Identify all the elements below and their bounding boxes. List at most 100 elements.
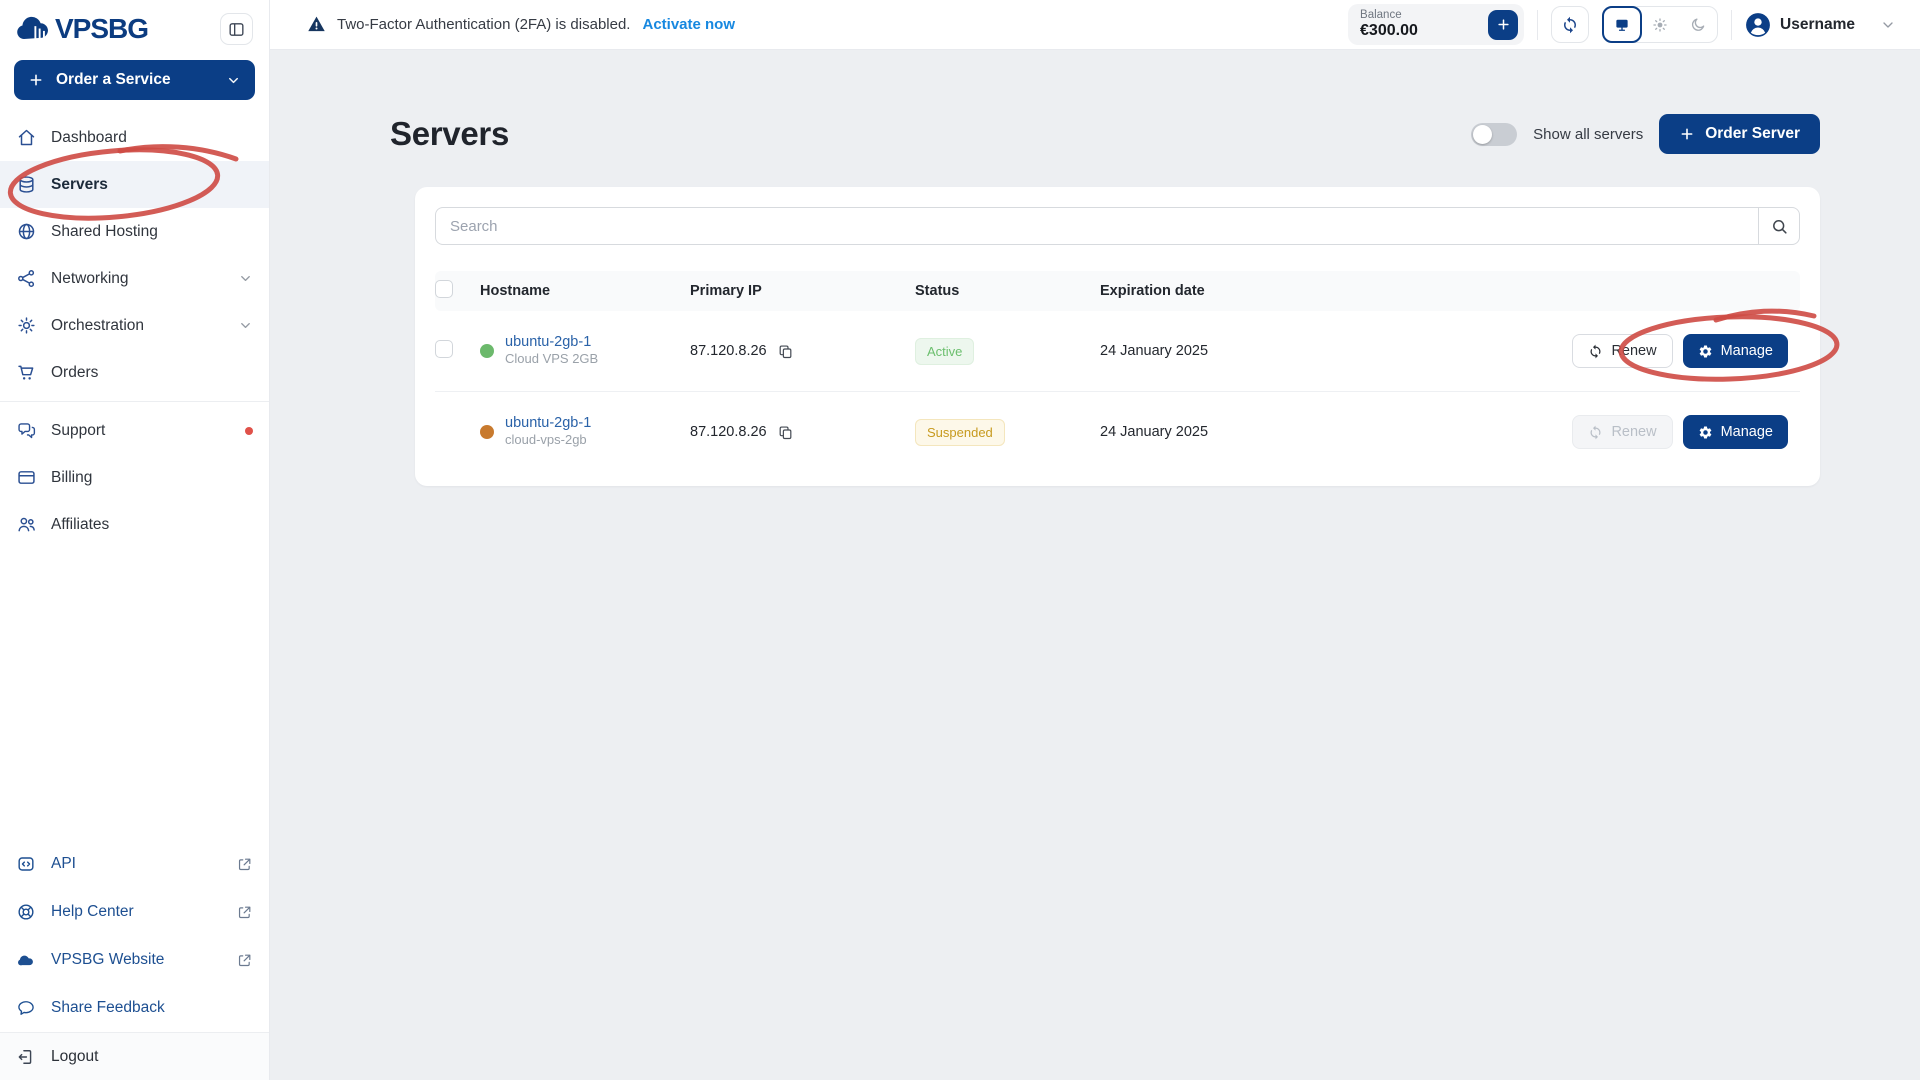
sidebar-item-networking[interactable]: Networking [0,255,269,302]
column-header-primary-ip: Primary IP [690,283,762,299]
chat-icon [16,420,37,441]
plus-icon [1679,126,1695,142]
search-input[interactable] [435,207,1758,245]
collapse-sidebar-button[interactable] [220,13,253,45]
chevron-down-icon [1880,17,1896,33]
sidebar-item-label: Servers [51,175,108,193]
brand-name: VPSBG [55,13,149,44]
warning-text: Two-Factor Authentication (2FA) is disab… [337,16,631,33]
moon-icon [1689,16,1707,34]
orchestration-icon [16,315,37,336]
sidebar-item-support[interactable]: Support [0,407,269,454]
cloud-icon [16,950,37,970]
sidebar-item-label: API [51,855,76,872]
refresh-icon [1588,425,1603,440]
hostname-cell: ubuntu-2gb-1 Cloud VPS 2GB [480,334,690,368]
sidebar-item-help-center[interactable]: Help Center [0,888,269,936]
hostname-link[interactable]: ubuntu-2gb-1 [505,334,598,350]
sidebar-item-servers[interactable]: Servers [0,161,269,208]
header-checkbox-cell [435,280,480,302]
sidebar-item-label: Billing [51,468,93,486]
user-menu[interactable]: Username [1745,12,1896,38]
hostname-cell: ubuntu-2gb-1 cloud-vps-2gb [480,415,690,449]
chevron-down-icon [238,318,253,333]
hostname-link[interactable]: ubuntu-2gb-1 [505,415,591,431]
actions-cell: Renew Manage [1565,334,1800,368]
topbar: Two-Factor Authentication (2FA) is disab… [270,0,1920,50]
notification-dot [245,426,253,435]
row-checkbox[interactable] [435,339,453,358]
show-all-servers-label: Show all servers [1533,125,1644,143]
sidebar: VPSBG Order a Service Dashboard Servers … [0,0,270,1080]
status-dot-suspended [480,425,494,439]
ip-value: 87.120.8.26 [690,343,767,359]
sidebar-item-orders[interactable]: Orders [0,349,269,396]
monitor-icon [1613,16,1631,34]
status-cell: Suspended [915,418,1100,446]
activate-2fa-link[interactable]: Activate now [642,16,735,33]
sidebar-item-api[interactable]: API [0,840,269,888]
sidebar-item-logout[interactable]: Logout [0,1032,269,1080]
column-header-hostname: Hostname [480,283,551,299]
column-header-expiration-date: Expiration date [1100,283,1205,299]
expiration-date-cell: 24 January 2025 [1100,424,1209,440]
sidebar-divider [0,401,269,402]
theme-light-button[interactable] [1641,7,1679,42]
refresh-button[interactable] [1551,6,1590,43]
sidebar-item-label: VPSBG Website [51,951,165,968]
sidebar-item-shared-hosting[interactable]: Shared Hosting [0,208,269,255]
renew-button[interactable]: Renew [1572,334,1673,368]
api-icon [16,854,37,874]
chevron-down-icon [238,271,253,286]
order-server-button[interactable]: Order Server [1659,114,1820,154]
plus-icon [1496,17,1511,32]
primary-ip-cell: 87.120.8.26 [690,343,915,360]
column-header-status: Status [915,283,960,299]
globe-icon [16,221,37,242]
manage-button[interactable]: Manage [1682,334,1788,368]
collapse-sidebar-icon [227,20,246,39]
sidebar-nav: Dashboard Servers Shared Hosting Network… [0,114,269,548]
add-funds-button[interactable] [1488,9,1519,40]
balance-value: €300.00 [1360,22,1418,39]
copy-ip-button[interactable] [777,343,794,360]
show-all-servers-toggle[interactable] [1471,122,1518,146]
balance-label: Balance [1360,9,1402,21]
theme-system-button[interactable] [1602,6,1643,43]
theme-dark-button[interactable] [1679,7,1717,42]
renew-label: Renew [1611,343,1657,359]
copy-ip-button[interactable] [777,424,794,441]
search-button[interactable] [1758,207,1800,245]
billing-icon [16,467,37,488]
order-a-service-button[interactable]: Order a Service [14,60,255,100]
brand-logo[interactable]: VPSBG [14,13,149,45]
sidebar-item-orchestration[interactable]: Orchestration [0,302,269,349]
copy-icon [777,424,794,441]
external-link-icon [236,952,253,969]
manage-label: Manage [1720,343,1773,359]
search-bar [435,207,1800,245]
select-all-checkbox[interactable] [435,280,453,298]
logout-icon [16,1047,37,1067]
sidebar-item-affiliates[interactable]: Affiliates [0,501,269,548]
primary-ip-cell: 87.120.8.26 [690,424,915,441]
manage-button[interactable]: Manage [1682,415,1788,449]
username-label: Username [1780,15,1855,33]
sidebar-item-label: Share Feedback [51,999,165,1016]
feedback-icon [16,998,37,1018]
help-icon [16,902,37,922]
2fa-warning-banner: Two-Factor Authentication (2FA) is disab… [306,14,735,35]
sidebar-item-billing[interactable]: Billing [0,454,269,501]
plan-label: Cloud VPS 2GB [505,351,599,366]
plus-icon [28,72,44,88]
sidebar-item-label: Support [51,421,106,439]
balance-widget: Balance €300.00 [1348,4,1525,45]
sidebar-item-dashboard[interactable]: Dashboard [0,114,269,161]
actions-cell: Renew Manage [1565,415,1800,449]
external-link-icon [236,856,253,873]
sidebar-item-vpsbg-website[interactable]: VPSBG Website [0,936,269,984]
ip-value: 87.120.8.26 [690,424,767,440]
warning-icon [306,14,327,35]
topbar-divider [1537,9,1539,40]
sidebar-item-share-feedback[interactable]: Share Feedback [0,984,269,1032]
